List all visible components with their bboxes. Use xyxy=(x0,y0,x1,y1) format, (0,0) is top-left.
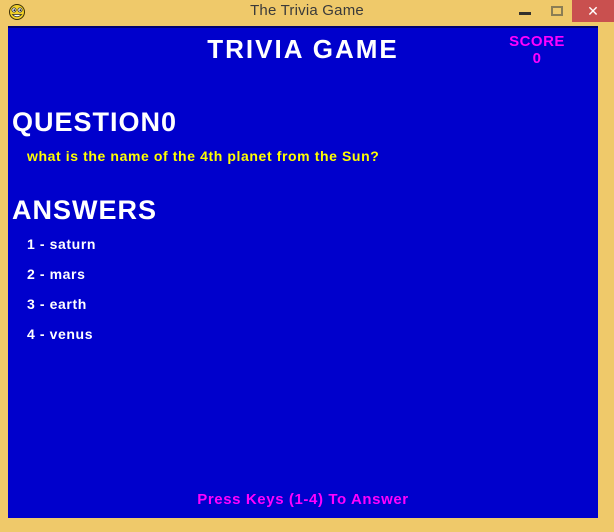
answer-option[interactable]: 1 - saturn xyxy=(27,236,427,266)
maximize-icon xyxy=(551,6,563,16)
answers-heading: ANSWERS xyxy=(12,195,158,225)
minimize-icon xyxy=(519,12,531,15)
close-icon: ✕ xyxy=(587,3,599,19)
score-label: SCORE xyxy=(509,33,565,50)
answer-option[interactable]: 4 - venus xyxy=(27,326,427,356)
application-window: The Trivia Game ✕ TRIVIA GAME SCORE 0 QU… xyxy=(0,0,614,532)
answer-prompt: Press Keys (1-4) To Answer xyxy=(197,491,409,508)
close-button[interactable]: ✕ xyxy=(572,0,614,22)
question-text: what is the name of the 4th planet from … xyxy=(27,148,380,164)
game-canvas: TRIVIA GAME SCORE 0 QUESTION0 what is th… xyxy=(8,26,598,518)
minimize-button[interactable] xyxy=(508,0,542,24)
answer-option[interactable]: 2 - mars xyxy=(27,266,427,296)
score-value: 0 xyxy=(532,50,542,67)
score-display: SCORE 0 xyxy=(482,33,592,67)
title-bar[interactable]: The Trivia Game ✕ xyxy=(0,0,614,25)
question-heading: QUESTION0 xyxy=(12,107,178,137)
maximize-button[interactable] xyxy=(542,0,572,24)
answer-option[interactable]: 3 - earth xyxy=(27,296,427,326)
answers-list: 1 - saturn 2 - mars 3 - earth 4 - venus xyxy=(27,236,427,356)
